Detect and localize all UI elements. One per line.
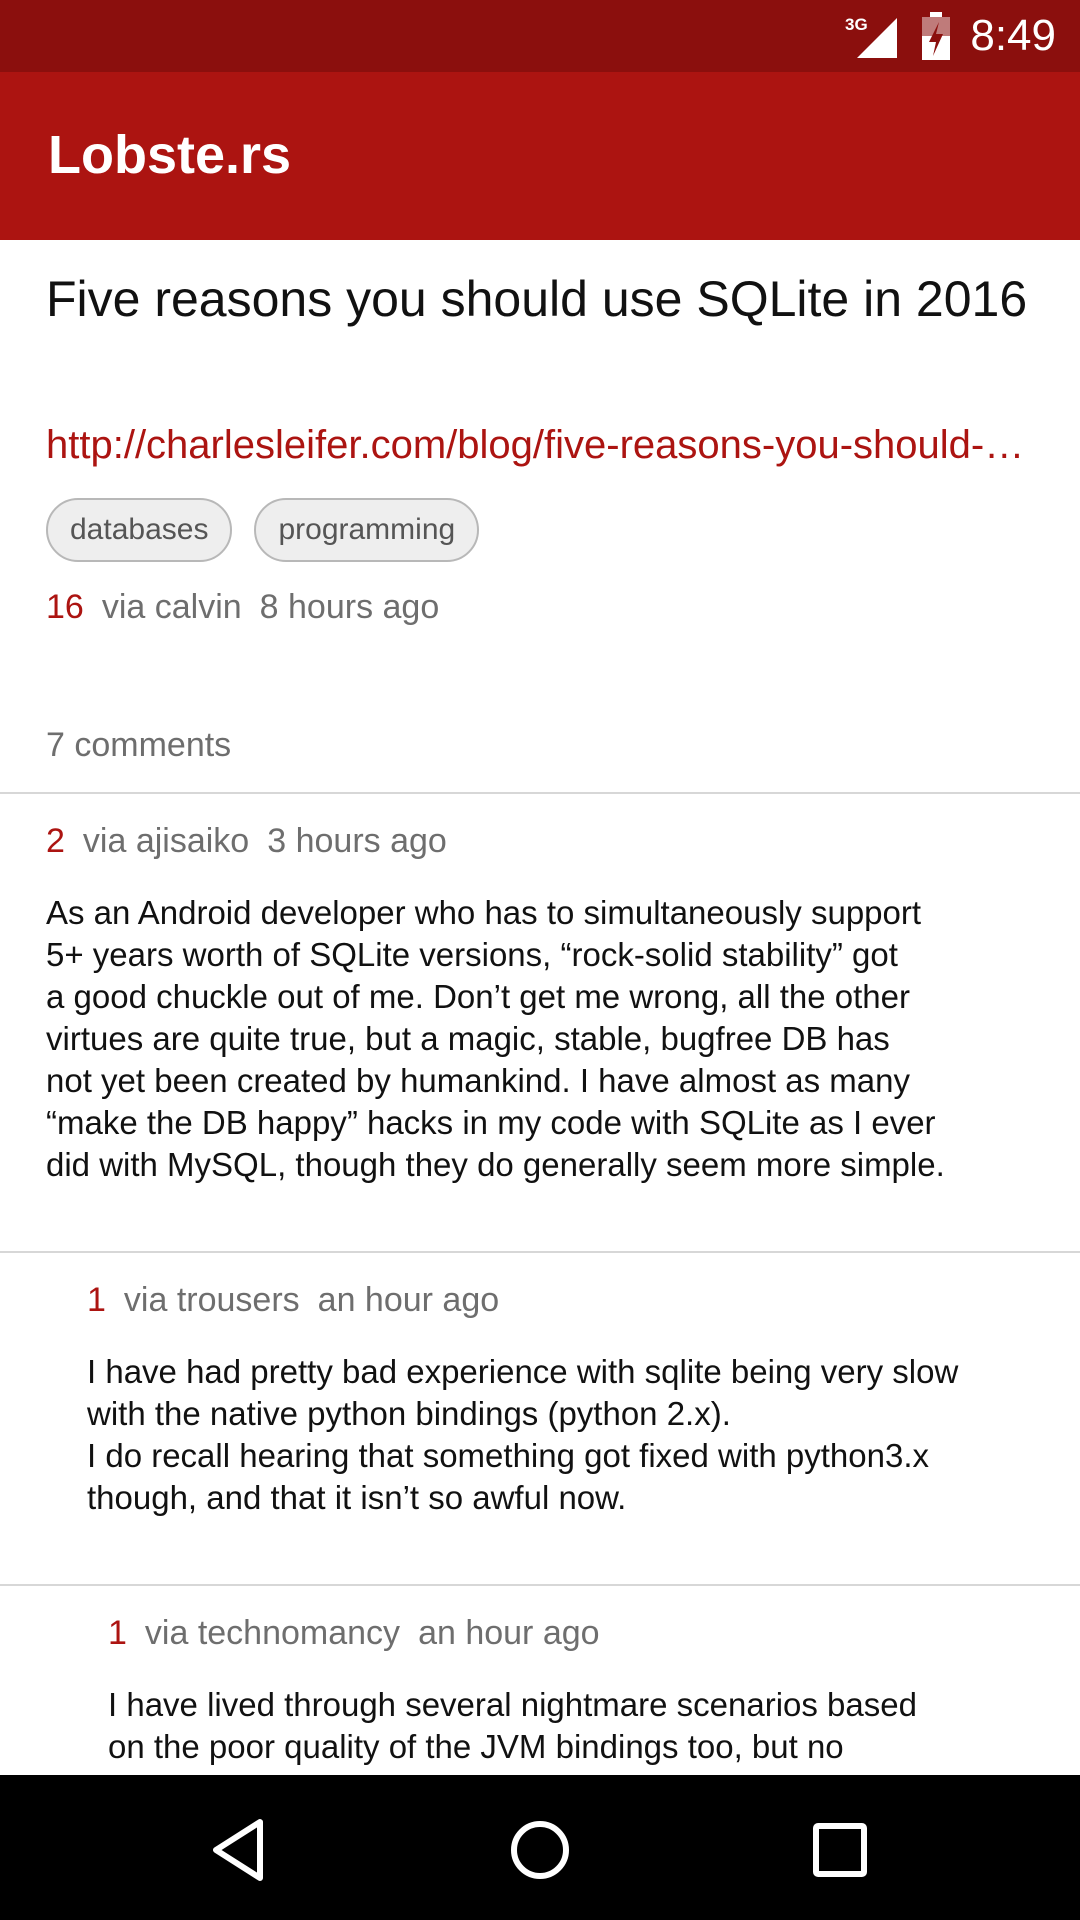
story-meta: 16 via calvin 8 hours ago (46, 588, 439, 627)
divider (0, 792, 1080, 794)
app-bar: Lobste.rs (0, 72, 1080, 240)
battery-icon (922, 12, 950, 60)
story-score: 16 (46, 588, 84, 626)
comment-author[interactable]: via technomancy (145, 1614, 400, 1652)
back-icon[interactable] (200, 1810, 280, 1890)
story-title[interactable]: Five reasons you should use SQLite in 20… (46, 268, 1036, 330)
comment-line: “make the DB happy” hacks in my code wit… (46, 1104, 936, 1141)
app-title: Lobste.rs (48, 125, 292, 185)
home-icon[interactable] (500, 1810, 580, 1890)
divider (0, 1584, 1080, 1586)
comment-time: 3 hours ago (267, 822, 447, 860)
divider (0, 1251, 1080, 1253)
comment-line: with the native python bindings (python … (87, 1395, 731, 1432)
story-detail[interactable]: Five reasons you should use SQLite in 20… (0, 240, 1080, 1775)
story-submitter[interactable]: via calvin (102, 588, 242, 626)
comment-line: I do recall hearing that something got f… (87, 1437, 929, 1474)
comment-line: 5+ years worth of SQLite versions, “rock… (46, 936, 898, 973)
comment-body: As an Android developer who has to simul… (46, 892, 945, 1186)
network-type-label: 3G (845, 15, 868, 34)
story-url-link[interactable]: http://charlesleifer.com/blog/five-reaso… (46, 423, 1036, 468)
comment-meta: 1 via technomancy an hour ago (108, 1614, 600, 1653)
comment-line: not yet been created by humankind. I hav… (46, 1062, 910, 1099)
comment-line: I have had pretty bad experience with sq… (87, 1353, 959, 1390)
tag-databases[interactable]: databases (46, 498, 233, 562)
comment-line: As an Android developer who has to simul… (46, 894, 922, 931)
comment-score: 1 (87, 1281, 106, 1319)
comment-time: an hour ago (317, 1281, 500, 1319)
comments-count: 7 comments (46, 726, 232, 764)
comment-line: did with MySQL, though they do generally… (46, 1146, 945, 1183)
navigation-bar (0, 1775, 1080, 1920)
comment-score: 2 (46, 822, 65, 860)
comment-line: on the poor quality of the JVM bindings … (108, 1728, 844, 1765)
comment-line: a good chuckle out of me. Don’t get me w… (46, 978, 910, 1015)
comment-author[interactable]: via trousers (124, 1281, 300, 1319)
status-bar: 3G 8:49 (0, 0, 1080, 72)
signal-icon: 3G (845, 15, 897, 58)
comment-author[interactable]: via ajisaiko (83, 822, 249, 860)
comment-time: an hour ago (418, 1614, 600, 1652)
comment-line: virtues are quite true, but a magic, sta… (46, 1020, 890, 1057)
clock: 8:49 (970, 11, 1056, 60)
comment-meta: 2 via ajisaiko 3 hours ago (46, 822, 447, 861)
story-time: 8 hours ago (259, 588, 440, 626)
comment-meta: 1 via trousers an hour ago (87, 1281, 499, 1320)
comment-score: 1 (108, 1614, 127, 1652)
recents-icon[interactable] (800, 1810, 880, 1890)
tag-programming[interactable]: programming (254, 498, 480, 562)
tag-list: databases programming (46, 498, 480, 562)
comment-line: though, and that it isn’t so awful now. (87, 1479, 627, 1516)
comment-body: I have lived through several nightmare s… (108, 1684, 917, 1768)
comment-body: I have had pretty bad experience with sq… (87, 1351, 958, 1519)
comment-line: I have lived through several nightmare s… (108, 1686, 917, 1723)
